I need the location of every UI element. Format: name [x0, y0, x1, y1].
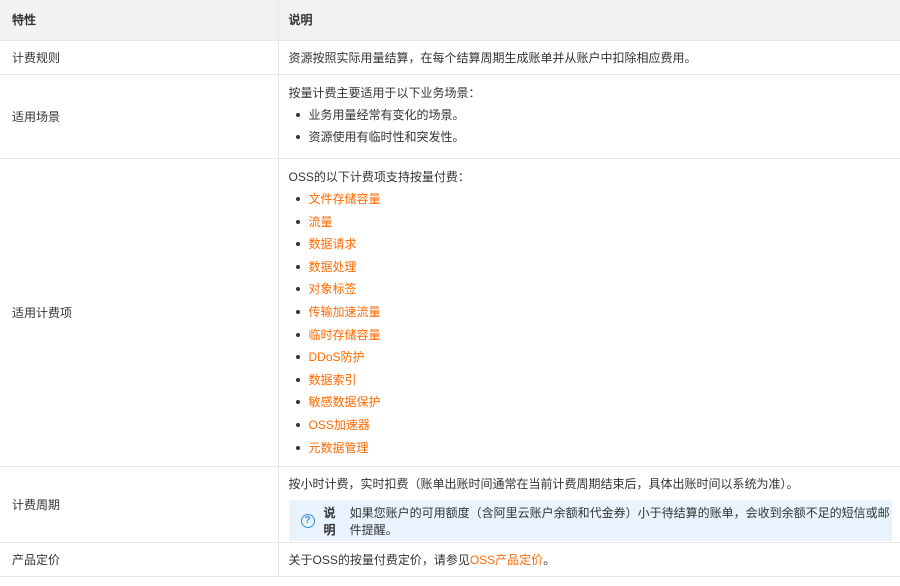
- billing-cycle-text: 按小时计费，实时扣费（账单出账时间通常在当前计费周期结束后，具体出账时间以系统为…: [288, 477, 799, 491]
- billing-rule-text: 资源按照实际用量结算，在每个结算周期生成账单并从账户中扣除相应费用。: [288, 51, 697, 65]
- list-item: 数据索引: [289, 370, 893, 390]
- pricing-text-after: 。: [543, 553, 556, 567]
- billing-item-link-index[interactable]: 数据索引: [309, 373, 357, 387]
- billing-item-link-processing[interactable]: 数据处理: [309, 260, 357, 274]
- list-item: 传输加速流量: [289, 302, 893, 322]
- list-item: 资源使用有临时性和突发性。: [289, 127, 893, 147]
- table-row-billing-cycle: 计费周期 按小时计费，实时扣费（账单出账时间通常在当前计费周期结束后，具体出账时…: [0, 466, 900, 543]
- pricing-text-before: 关于OSS的按量付费定价，请参见: [288, 553, 470, 567]
- row-label-billing-rule: 计费规则: [0, 40, 278, 75]
- scenario-intro: 按量计费主要适用于以下业务场景：: [288, 86, 481, 100]
- row-label-scenario: 适用场景: [0, 74, 278, 159]
- billing-items-list: 文件存储容量 流量 数据请求 数据处理 对象标签 传输加速流量 临时存储容量 D…: [289, 189, 893, 458]
- list-item: DDoS防护: [289, 347, 893, 367]
- row-content-billing-items: OSS的以下计费项支持按量付费： 文件存储容量 流量 数据请求 数据处理 对象标…: [277, 158, 900, 467]
- row-content-scenario: 按量计费主要适用于以下业务场景： 业务用量经常有变化的场景。 资源使用有临时性和…: [277, 74, 900, 159]
- list-item: OSS加速器: [289, 415, 893, 435]
- billing-features-table: 特性 说明 计费规则 资源按照实际用量结算，在每个结算周期生成账单并从账户中扣除…: [0, 0, 900, 577]
- list-item: 流量: [289, 212, 893, 232]
- note-text: 如果您账户的可用额度（含阿里云账户余额和代金券）小于待结算的账单，会收到余额不足…: [349, 505, 890, 537]
- billing-item-link-accelerator[interactable]: OSS加速器: [309, 418, 370, 432]
- billing-items-intro: OSS的以下计费项支持按量付费：: [288, 170, 470, 184]
- question-circle-icon: ?: [300, 513, 315, 528]
- table-row-billing-rule: 计费规则 资源按照实际用量结算，在每个结算周期生成账单并从账户中扣除相应费用。: [0, 40, 900, 75]
- billing-item-link-requests[interactable]: 数据请求: [309, 237, 357, 251]
- header-feature: 特性: [0, 0, 278, 41]
- pricing-link[interactable]: OSS产品定价: [470, 553, 543, 567]
- note-title: 说明: [323, 505, 336, 537]
- list-item: 文件存储容量: [289, 189, 893, 209]
- row-content-billing-cycle: 按小时计费，实时扣费（账单出账时间通常在当前计费周期结束后，具体出账时间以系统为…: [277, 466, 900, 543]
- list-item: 对象标签: [289, 279, 893, 299]
- billing-item-link-ddos[interactable]: DDoS防护: [309, 350, 365, 364]
- list-item: 数据处理: [289, 257, 893, 277]
- list-item: 业务用量经常有变化的场景。: [289, 105, 893, 125]
- billing-item-link-sensitive-data[interactable]: 敏感数据保护: [309, 395, 381, 409]
- row-label-billing-items: 适用计费项: [0, 158, 278, 467]
- list-item: 敏感数据保护: [289, 392, 893, 412]
- billing-item-link-acceleration[interactable]: 传输加速流量: [309, 305, 381, 319]
- pricing-text: 关于OSS的按量付费定价，请参见OSS产品定价。: [289, 550, 893, 570]
- list-item: 元数据管理: [289, 438, 893, 458]
- table-header-row: 特性 说明: [0, 0, 900, 41]
- table-row-scenario: 适用场景 按量计费主要适用于以下业务场景： 业务用量经常有变化的场景。 资源使用…: [0, 74, 900, 159]
- list-item: 数据请求: [289, 234, 893, 254]
- note-box: ? 说明 如果您账户的可用额度（含阿里云账户余额和代金券）小于待结算的账单，会收…: [288, 500, 892, 541]
- billing-item-link-temp-storage[interactable]: 临时存储容量: [309, 328, 381, 342]
- row-label-billing-cycle: 计费周期: [0, 466, 278, 543]
- scenario-list: 业务用量经常有变化的场景。 资源使用有临时性和突发性。: [289, 105, 893, 147]
- table-row-pricing: 产品定价 关于OSS的按量付费定价，请参见OSS产品定价。: [0, 542, 900, 577]
- billing-item-link-storage[interactable]: 文件存储容量: [309, 192, 381, 206]
- row-content-pricing: 关于OSS的按量付费定价，请参见OSS产品定价。: [277, 542, 900, 577]
- table-row-billing-items: 适用计费项 OSS的以下计费项支持按量付费： 文件存储容量 流量 数据请求 数据…: [0, 158, 900, 467]
- billing-item-link-metadata[interactable]: 元数据管理: [309, 441, 369, 455]
- billing-item-link-tags[interactable]: 对象标签: [309, 282, 357, 296]
- row-content-billing-rule: 资源按照实际用量结算，在每个结算周期生成账单并从账户中扣除相应费用。: [277, 40, 900, 75]
- list-item: 临时存储容量: [289, 325, 893, 345]
- billing-item-link-traffic[interactable]: 流量: [309, 215, 333, 229]
- row-label-pricing: 产品定价: [0, 542, 278, 577]
- header-description: 说明: [277, 0, 900, 41]
